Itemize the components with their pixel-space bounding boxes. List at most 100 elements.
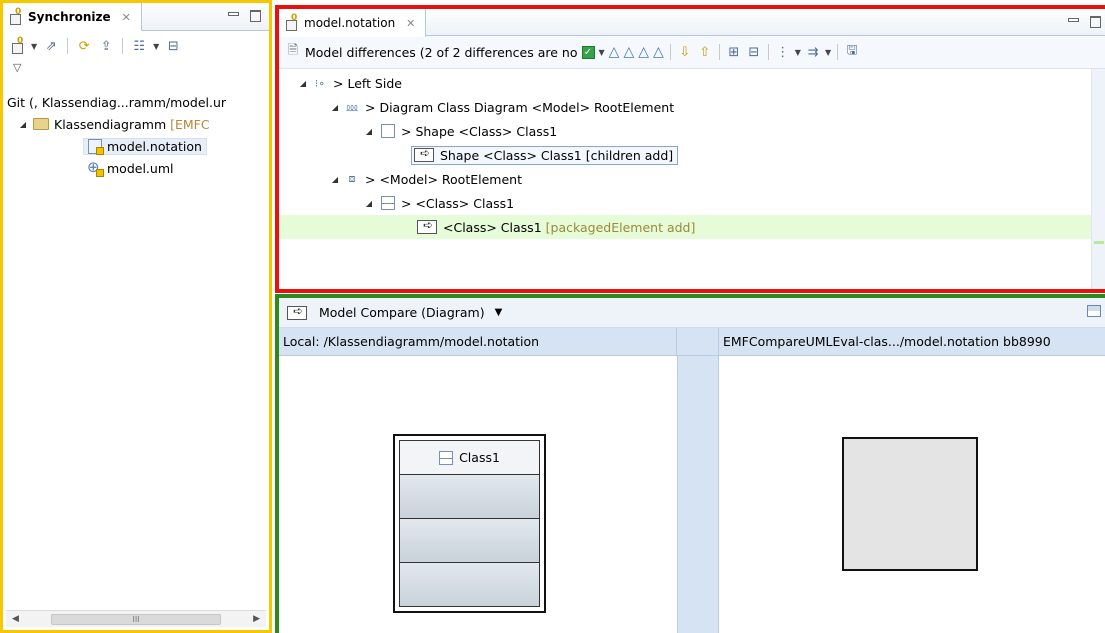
tree-item-label: model.uml [107,160,174,176]
tree-item-model-uml[interactable]: model.uml [3,157,269,179]
scroll-right-icon[interactable]: ▶ [253,614,260,624]
chevron-down-icon[interactable]: ▼ [795,48,801,57]
presentation-icon[interactable]: ☷ [131,38,147,54]
accept-all-icon[interactable]: △ [638,44,649,60]
uml-class-name: Class1 [459,450,500,465]
tree-item-diagram[interactable]: ◢ ⅏ > Diagram Class Diagram <Model> Root… [279,95,1105,119]
tree-item-git-root[interactable]: Git (, Klassendiag...ramm/model.ur [3,91,269,113]
toolbar-separator [718,44,720,60]
tree-item-label: > <Class> Class1 [401,195,515,211]
tree-item-class-add[interactable]: <Class> Class1 [packagedElement add] [279,215,1091,239]
expanded-arrow-icon[interactable]: ◢ [297,79,309,88]
vertical-scrollbar[interactable] [1091,69,1105,289]
save-icon[interactable]: 🖫 [844,43,860,60]
tree-item-label: model.notation [107,138,202,154]
model-icon: ⧈ [348,172,356,185]
uml-class-header: Class1 [400,441,539,475]
nested-compartment [400,563,539,606]
expanded-arrow-icon[interactable]: ◢ [363,199,375,208]
next-diff-icon[interactable]: ⇩ [677,44,693,60]
reject-all-icon[interactable]: △ [653,44,664,60]
tree-item-label: Shape <Class> Class1 [children add] [440,147,674,163]
center-gutter [677,356,719,633]
tree-item-project[interactable]: ◢ Klassendiagramm [EMFC [3,113,269,135]
class-icon [381,196,395,210]
tree-item-class[interactable]: ◢ > <Class> Class1 [279,191,1105,215]
tree-item-label: > Diagram Class Diagram <Model> RootElem… [365,99,675,115]
notation-file-icon [88,138,104,155]
tab-synchronize[interactable]: Synchronize ✕ [3,3,142,31]
group-icon[interactable]: ⋮ [775,44,791,60]
diagram-viewer-title: Model Compare (Diagram) [319,305,485,320]
minimize-icon[interactable] [227,9,239,21]
previous-diff-icon[interactable]: ⇧ [697,44,713,60]
filter-checkbox-icon[interactable]: ✓ [581,45,595,59]
tree-item-detail: [packagedElement add] [545,219,696,235]
tree-item-shape[interactable]: ◢ > Shape <Class> Class1 [279,119,1105,143]
tree-item-model-notation[interactable]: model.notation [3,135,269,157]
tree-item-label: Git (, Klassendiag...ramm/model.ur [7,94,227,110]
synchronize-tree: Git (, Klassendiag...ramm/model.ur ◢ Kla… [3,83,269,179]
maximize-icon[interactable] [249,9,261,22]
chevron-down-icon[interactable]: ▼ [495,307,503,318]
collapse-all-icon[interactable]: ⊟ [746,44,762,60]
horizontal-scrollbar[interactable]: ◀ III ▶ [6,610,266,627]
tab-synchronize-label: Synchronize [28,10,111,24]
diff-marker [1094,241,1104,244]
expand-all-icon[interactable]: ⊞ [726,44,742,60]
tree-item-left-side[interactable]: ◢ ⁝∘ > Left Side [279,71,1105,95]
chevron-down-icon[interactable]: ▼ [599,48,605,57]
diagram-toolbar: Model Compare (Diagram) ▼ [279,298,1105,328]
attributes-compartment [400,475,539,519]
project-folder-icon [33,118,49,130]
document-icon: 🗎 [287,43,299,58]
tab-model-notation-label: model.notation [304,16,396,30]
diagram-compare-viewer: Model Compare (Diagram) ▼ Local: /Klasse… [275,294,1105,633]
maximize-icon[interactable] [1089,15,1101,28]
tree-item-label: > <Model> RootElement [365,171,522,187]
expanded-arrow-icon[interactable]: ◢ [363,127,375,136]
diagram-headers: Local: /Klassendiagramm/model.notation E… [279,328,1105,356]
tree-item-label: Klassendiagramm [54,116,167,132]
pin-icon[interactable]: ⇗ [43,38,59,54]
layout-icon[interactable] [1087,305,1101,317]
tree-item-label: > Shape <Class> Class1 [401,123,558,139]
expanded-arrow-icon[interactable]: ◢ [329,103,341,112]
chevron-down-icon[interactable]: ▼ [825,48,831,57]
uml-class-frame: Class1 [399,440,540,607]
scrollbar-thumb[interactable]: III [51,613,221,625]
expanded-arrow-icon[interactable]: ◢ [17,120,29,129]
outgoing-icon[interactable]: ⇪ [98,38,114,54]
close-icon[interactable]: ✕ [122,11,131,24]
incoming-outgoing-icon[interactable]: ⟳ [76,38,92,54]
tree-item-shape-add[interactable]: Shape <Class> Class1 [children add] [279,143,1105,167]
view-menu[interactable]: ▽ [3,61,269,83]
accept-change-icon[interactable]: △ [609,44,620,60]
uml-class-shape[interactable]: Class1 [393,434,546,613]
right-pane-header: EMFCompareUMLEval-clas.../model.notation… [723,334,1051,349]
chevron-down-icon[interactable]: ▼ [31,42,37,51]
synchronize-tabbar: Synchronize ✕ [3,3,269,31]
synchronize-action-icon[interactable] [11,36,25,54]
collapse-all-icon[interactable]: ⊟ [165,38,181,54]
toolbar-separator [122,38,124,54]
operations-compartment [400,519,539,563]
chevron-down-icon[interactable]: ▼ [153,42,159,51]
reject-change-icon[interactable]: △ [623,44,634,60]
compare-editor: model.notation ✕ 🗎 Model differences (2 … [275,5,1105,293]
tree-item-decoration: [EMFC [170,116,210,132]
viewer-type-icon [287,304,307,320]
toolbar-separator [669,44,671,60]
filter-icon[interactable]: ⇉ [805,44,821,60]
expanded-arrow-icon[interactable]: ◢ [329,175,341,184]
editor-tabbar: model.notation ✕ [279,9,1105,37]
tab-model-notation[interactable]: model.notation ✕ [279,9,427,37]
empty-shape-placeholder[interactable] [842,437,978,571]
tree-item-model[interactable]: ◢ ⧈ > <Model> RootElement [279,167,1105,191]
toolbar-separator [837,44,839,60]
minimize-icon[interactable] [1067,15,1079,27]
scroll-left-icon[interactable]: ◀ [12,614,19,624]
close-icon[interactable]: ✕ [406,17,415,30]
selected-diff-item: Shape <Class> Class1 [children add] [411,145,679,165]
toolbar-separator [67,38,69,54]
